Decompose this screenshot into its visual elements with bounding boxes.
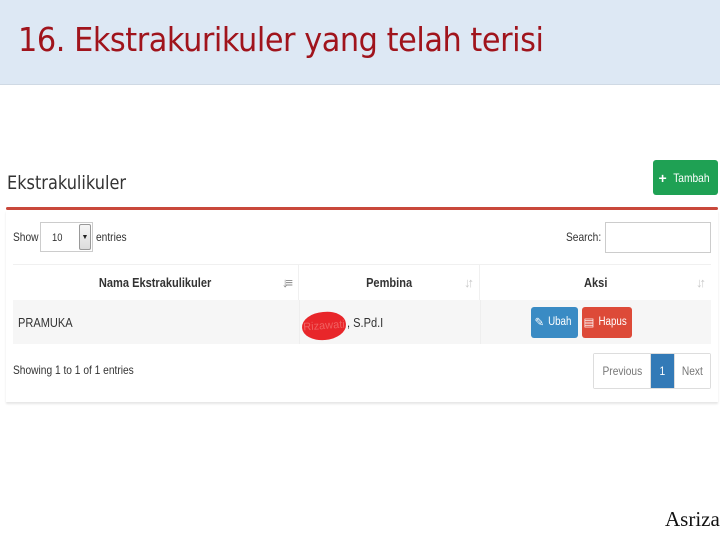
plus-icon: + bbox=[658, 169, 667, 186]
length-label: Show bbox=[13, 230, 39, 244]
redacted-name: Rizawati bbox=[301, 310, 347, 342]
chevron-down-icon[interactable]: ▼ bbox=[79, 224, 91, 250]
pembina-suffix: , S.Pd.I bbox=[347, 314, 384, 330]
slide-title: 16. Ekstrakurikuler yang telah terisi bbox=[18, 20, 544, 59]
trash-icon: ▤ bbox=[583, 317, 595, 329]
column-header-pembina[interactable]: Pembina ↓↑ bbox=[299, 265, 480, 300]
cell-pembina: Rizawati , S.Pd.I bbox=[299, 300, 480, 344]
pagination: Previous 1 Next bbox=[593, 353, 711, 389]
entries-length-select[interactable]: 10 ▼ bbox=[40, 222, 93, 252]
add-button-label: Tambah bbox=[672, 170, 710, 185]
column-header-aksi[interactable]: Aksi ↓↑ bbox=[480, 265, 711, 300]
panel-divider bbox=[6, 207, 718, 210]
table-row: PRAMUKA Rizawati , S.Pd.I ✎ Ubah ▤ Hapus bbox=[13, 300, 711, 344]
sort-both-icon: ↓↑ bbox=[464, 275, 474, 290]
edit-button[interactable]: ✎ Ubah bbox=[530, 306, 578, 338]
app-screenshot: Ekstrakulikuler + Tambah Show 10 ▼ entri… bbox=[0, 150, 720, 410]
sort-ascending-icon: ↓≡ bbox=[281, 275, 293, 290]
panel-title: Ekstrakulikuler bbox=[7, 172, 127, 194]
table-header: Nama Ekstrakulikuler ↓≡ Pembina ↓↑ Aksi … bbox=[13, 264, 711, 300]
search-label: Search: bbox=[566, 230, 602, 244]
pagination-page-1[interactable]: 1 bbox=[651, 354, 674, 388]
table-info: Showing 1 to 1 of 1 entries bbox=[13, 363, 134, 377]
slide-author: Asriza bbox=[665, 507, 720, 531]
pagination-next[interactable]: Next bbox=[674, 354, 710, 388]
cell-aksi: ✎ Ubah ▤ Hapus bbox=[480, 300, 711, 344]
search-input[interactable] bbox=[605, 222, 711, 253]
column-header-nama[interactable]: Nama Ekstrakulikuler ↓≡ bbox=[13, 265, 299, 300]
slide-header: 16. Ekstrakurikuler yang telah terisi bbox=[0, 0, 720, 85]
pagination-previous[interactable]: Previous bbox=[594, 354, 651, 388]
ekstrakulikuler-table: Nama Ekstrakulikuler ↓≡ Pembina ↓↑ Aksi … bbox=[13, 264, 711, 344]
cell-nama: PRAMUKA bbox=[18, 314, 73, 330]
delete-button[interactable]: ▤ Hapus bbox=[581, 306, 632, 338]
sort-both-icon: ↓↑ bbox=[696, 275, 706, 290]
entries-length-value: 10 bbox=[52, 232, 63, 244]
edit-icon: ✎ bbox=[534, 317, 545, 329]
length-suffix: entries bbox=[96, 230, 127, 244]
add-button[interactable]: + Tambah bbox=[653, 160, 718, 195]
